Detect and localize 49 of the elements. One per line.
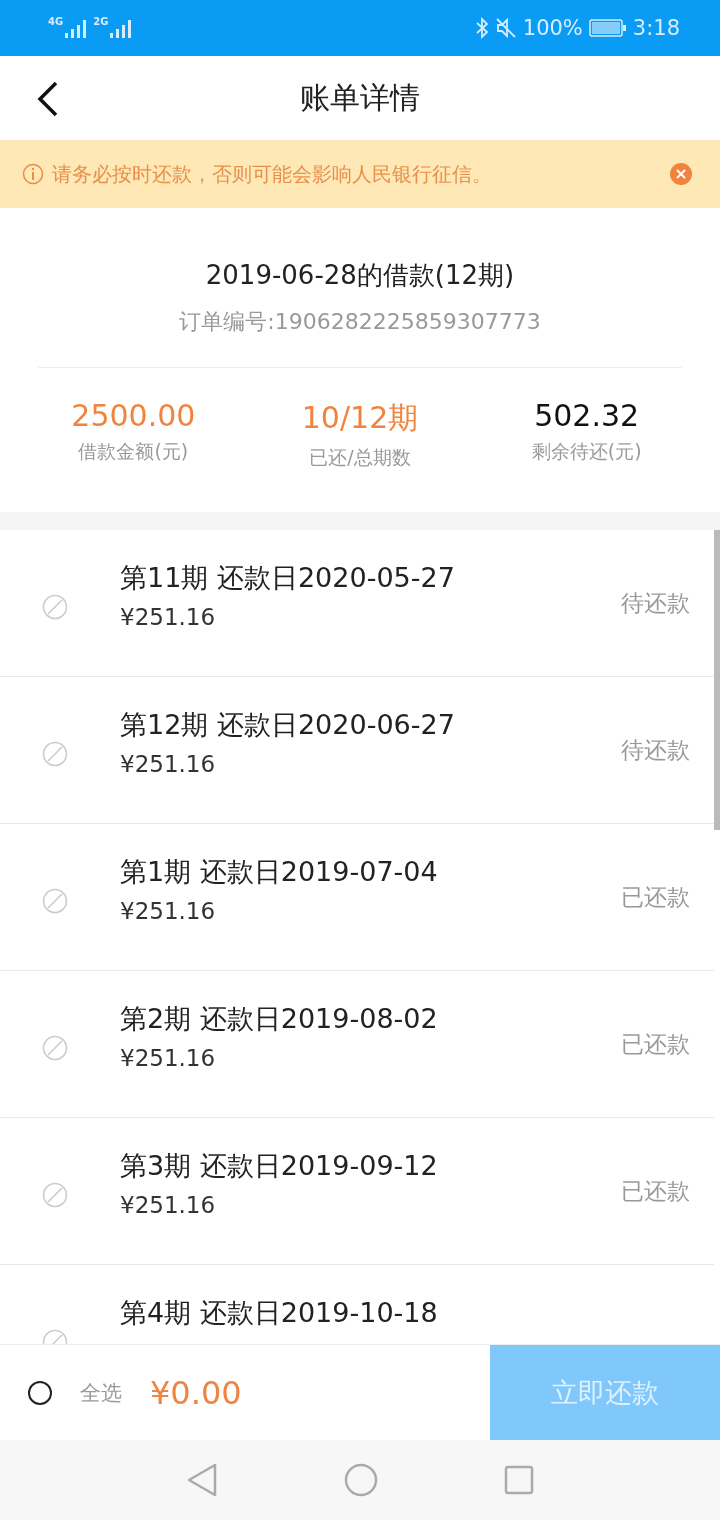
installment-status: 已还款 (621, 883, 690, 912)
installment-status: 已还款 (621, 1030, 690, 1059)
page-title: 账单详情 (300, 78, 420, 117)
loan-title: 2019-06-28的借款(12期) (205, 259, 515, 292)
network-label: 2G (93, 16, 109, 27)
installment-title: 第3期 还款日2019-09-12 (120, 1149, 439, 1183)
installment-amount: ¥251.16 (120, 751, 217, 777)
installment-title: 第11期 还款日2020-05-27 (120, 561, 456, 595)
installment-amount: ¥251.16 (120, 604, 217, 630)
stat-label: 剩余待还(元) (531, 439, 642, 464)
installment-title: 第2期 还款日2019-08-02 (120, 1002, 439, 1036)
home-nav-icon[interactable] (344, 1463, 378, 1497)
battery-icon (588, 18, 627, 38)
network-label: 4G (48, 16, 64, 27)
recents-nav-icon[interactable] (504, 1465, 534, 1495)
info-icon (22, 163, 44, 185)
stat-value: 502.32 (534, 398, 640, 433)
installment-amount: ¥251.16 (120, 1045, 217, 1071)
mute-icon (494, 17, 517, 39)
stat-label: 已还/总期数 (309, 445, 411, 470)
disabled-checkbox-icon (42, 1035, 68, 1061)
installment-amount: ¥251.16 (120, 1192, 217, 1218)
stat-label: 借款金额(元) (78, 439, 189, 464)
select-all-label: 全选 (80, 1379, 122, 1407)
installment-row[interactable]: 第2期 还款日2019-08-02 ¥251.16 已还款 (0, 971, 714, 1118)
installment-status: 已还款 (621, 1177, 690, 1206)
installment-row[interactable]: 第3期 还款日2019-09-12 ¥251.16 已还款 (0, 1118, 714, 1265)
disabled-checkbox-icon (42, 888, 68, 914)
battery-percent: 100% (522, 16, 583, 40)
clock: 3:18 (632, 16, 680, 40)
stat-value: 10/12期 (301, 399, 419, 437)
bluetooth-icon (474, 17, 489, 39)
select-all-radio[interactable] (28, 1380, 52, 1405)
stat-value: 2500.00 (71, 398, 196, 433)
disabled-checkbox-icon (42, 1182, 68, 1208)
installment-title: 第12期 还款日2020-06-27 (120, 708, 456, 742)
installment-title: 第4期 还款日2019-10-18 (120, 1296, 439, 1330)
back-nav-icon[interactable] (186, 1463, 218, 1497)
disabled-checkbox-icon (42, 741, 68, 767)
order-number: 订单编号:1906282225859307773 (179, 308, 541, 336)
installment-row[interactable]: 第1期 还款日2019-07-04 ¥251.16 已还款 (0, 824, 714, 971)
installment-status: 待还款 (621, 736, 690, 765)
notice-text: 请务必按时还款，否则可能会影响人民银行征信。 (52, 160, 493, 188)
total-amount: ¥0.00 (150, 1373, 242, 1412)
installment-title: 第1期 还款日2019-07-04 (120, 855, 439, 889)
disabled-checkbox-icon (42, 594, 68, 620)
installment-amount: ¥251.16 (120, 898, 217, 924)
close-button[interactable] (670, 163, 692, 185)
installment-status: 待还款 (621, 589, 690, 618)
